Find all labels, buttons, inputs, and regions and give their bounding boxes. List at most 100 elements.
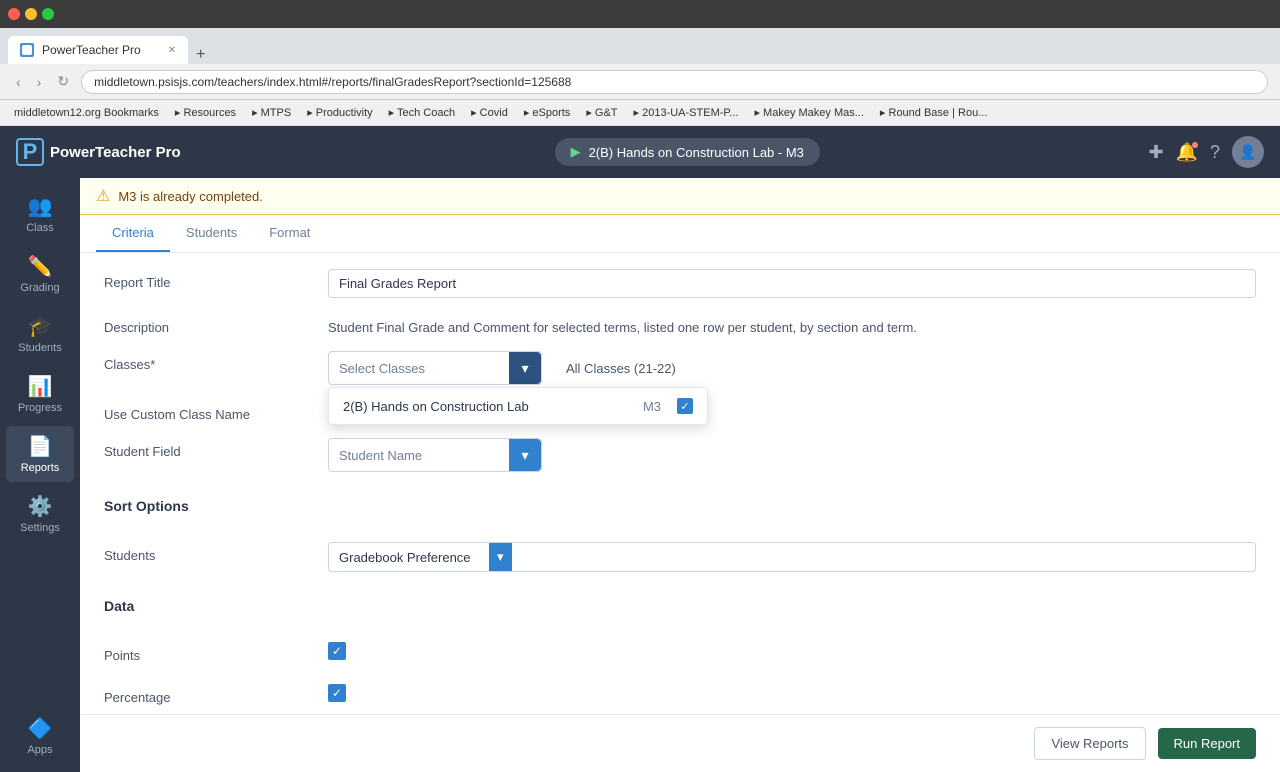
student-field-select[interactable]: Student Name ▾ bbox=[328, 438, 542, 472]
progress-icon: 📊 bbox=[28, 374, 53, 399]
bookmark-resources[interactable]: ▸ Resources bbox=[169, 104, 242, 121]
tab-title: PowerTeacher Pro bbox=[42, 43, 141, 57]
percentage-checkbox-row: ✓ bbox=[328, 684, 1256, 702]
run-report-button[interactable]: Run Report bbox=[1158, 728, 1256, 759]
bookmark-middletown[interactable]: middletown12.org Bookmarks bbox=[8, 105, 165, 121]
chevron-down-icon: ▾ bbox=[521, 360, 528, 377]
students-sort-text: Gradebook Preference bbox=[329, 544, 489, 571]
bookmark-2013[interactable]: ▸ 2013-UA-STEM-P... bbox=[628, 104, 745, 121]
current-class-label: 2(B) Hands on Construction Lab - M3 bbox=[589, 145, 804, 160]
bookmark-g-t[interactable]: ▸ G&T bbox=[580, 104, 623, 121]
sidebar-item-grading[interactable]: ✏️ Grading bbox=[6, 246, 74, 302]
app-header: P PowerTeacher Pro ▶ 2(B) Hands on Const… bbox=[0, 126, 1280, 178]
browser-tab[interactable]: PowerTeacher Pro ✕ bbox=[8, 36, 188, 64]
url-bar[interactable]: middletown.psisjs.com/teachers/index.htm… bbox=[81, 70, 1268, 94]
grading-icon: ✏️ bbox=[28, 254, 53, 279]
classes-chevron-button[interactable]: ▾ bbox=[509, 352, 541, 384]
bookmark-mtps[interactable]: ▸ MTPS bbox=[246, 104, 297, 121]
sidebar-item-apps[interactable]: 🔷 Apps bbox=[6, 708, 74, 764]
new-tab-button[interactable]: + bbox=[188, 46, 213, 64]
view-reports-button[interactable]: View Reports bbox=[1034, 727, 1145, 760]
students-sort-value: Gradebook Preference ▾ bbox=[328, 542, 1256, 572]
points-value: ✓ bbox=[328, 642, 1256, 668]
sidebar-label-settings: Settings bbox=[20, 522, 60, 534]
percentage-row: Percentage ✓ bbox=[104, 684, 1256, 710]
settings-icon: ⚙️ bbox=[28, 494, 53, 519]
current-class-button[interactable]: ▶ 2(B) Hands on Construction Lab - M3 bbox=[555, 138, 820, 166]
notifications-icon[interactable]: 🔔 bbox=[1176, 142, 1198, 163]
students-sort-label: Students bbox=[104, 542, 304, 563]
tab-format[interactable]: Format bbox=[253, 215, 326, 252]
report-title-label: Report Title bbox=[104, 269, 304, 290]
dropdown-class-item[interactable]: 2(B) Hands on Construction Lab M3 ✓ bbox=[329, 388, 707, 424]
tab-favicon bbox=[20, 43, 34, 57]
page-tabs: Criteria Students Format bbox=[80, 215, 1280, 253]
sidebar: 👥 Class ✏️ Grading 🎓 Students 📊 Progress… bbox=[0, 178, 80, 772]
custom-class-label: Use Custom Class Name bbox=[104, 401, 304, 422]
add-icon[interactable]: ✚ bbox=[1148, 142, 1163, 163]
sort-options-label: Sort Options bbox=[104, 488, 304, 526]
class-checkbox[interactable]: ✓ bbox=[677, 398, 693, 414]
report-title-input[interactable] bbox=[328, 269, 1256, 298]
student-field-text: Student Name bbox=[329, 442, 509, 469]
students-icon: 🎓 bbox=[28, 314, 53, 339]
sidebar-item-class[interactable]: 👥 Class bbox=[6, 186, 74, 242]
avatar[interactable]: 👤 bbox=[1232, 136, 1264, 168]
sidebar-item-reports[interactable]: 📄 Reports bbox=[6, 426, 74, 482]
bookmark-techcoach[interactable]: ▸ Tech Coach bbox=[383, 104, 461, 121]
points-checkbox[interactable]: ✓ bbox=[328, 642, 346, 660]
percentage-checkbox[interactable]: ✓ bbox=[328, 684, 346, 702]
tab-students[interactable]: Students bbox=[170, 215, 253, 252]
class-icon: 👥 bbox=[28, 194, 53, 219]
bookmark-makey[interactable]: ▸ Makey Makey Mas... bbox=[748, 104, 869, 121]
classes-row: Classes* Select Classes ▾ All Classes (2… bbox=[104, 351, 1256, 385]
forward-button[interactable]: › bbox=[33, 74, 46, 90]
student-field-value: Student Name ▾ bbox=[328, 438, 1256, 472]
tab-criteria[interactable]: Criteria bbox=[96, 215, 170, 252]
classes-dropdown: 2(B) Hands on Construction Lab M3 ✓ bbox=[328, 387, 708, 425]
student-field-chevron[interactable]: ▾ bbox=[509, 439, 541, 471]
bookmarks-bar: middletown12.org Bookmarks ▸ Resources ▸… bbox=[0, 100, 1280, 126]
sidebar-label-class: Class bbox=[26, 222, 54, 234]
term-label: M3 bbox=[643, 399, 661, 414]
logo-icon: P bbox=[16, 138, 44, 166]
header-actions: ✚ 🔔 ? 👤 bbox=[1148, 136, 1264, 168]
play-icon: ▶ bbox=[571, 144, 581, 160]
help-icon[interactable]: ? bbox=[1210, 142, 1220, 163]
sidebar-label-apps: Apps bbox=[27, 744, 52, 756]
class-name-text: 2(B) Hands on Construction Lab bbox=[343, 399, 635, 414]
sidebar-item-progress[interactable]: 📊 Progress bbox=[6, 366, 74, 422]
app-name: PowerTeacher Pro bbox=[50, 144, 181, 161]
students-sort-row: Students Gradebook Preference ▾ bbox=[104, 542, 1256, 572]
bookmark-productivity[interactable]: ▸ Productivity bbox=[301, 104, 378, 121]
data-section-header-row: Data bbox=[104, 588, 1256, 626]
students-sort-select[interactable]: Gradebook Preference ▾ bbox=[328, 542, 1256, 572]
description-label: Description bbox=[104, 314, 304, 335]
footer: View Reports Run Report bbox=[80, 714, 1280, 772]
description-value: Student Final Grade and Comment for sele… bbox=[328, 314, 1256, 335]
warning-bar: ⚠ M3 is already completed. bbox=[80, 178, 1280, 215]
students-sort-arrow[interactable]: ▾ bbox=[489, 543, 512, 571]
student-field-label: Student Field bbox=[104, 438, 304, 459]
tab-close-button[interactable]: ✕ bbox=[168, 45, 176, 56]
report-title-row: Report Title bbox=[104, 269, 1256, 298]
classes-select[interactable]: Select Classes ▾ bbox=[328, 351, 542, 385]
bookmark-round[interactable]: ▸ Round Base | Rou... bbox=[874, 104, 993, 121]
form-content: Report Title Description Student Final G… bbox=[80, 253, 1280, 714]
sidebar-label-progress: Progress bbox=[18, 402, 62, 414]
sort-options-section: Sort Options bbox=[104, 488, 1256, 526]
sidebar-item-students[interactable]: 🎓 Students bbox=[6, 306, 74, 362]
refresh-button[interactable]: ↻ bbox=[53, 73, 73, 90]
description-row: Description Student Final Grade and Comm… bbox=[104, 314, 1256, 335]
points-label: Points bbox=[104, 642, 304, 663]
back-button[interactable]: ‹ bbox=[12, 74, 25, 90]
bookmark-covid[interactable]: ▸ Covid bbox=[465, 104, 514, 121]
bookmark-esports[interactable]: ▸ eSports bbox=[518, 104, 577, 121]
sidebar-label-grading: Grading bbox=[20, 282, 59, 294]
reports-icon: 📄 bbox=[28, 434, 53, 459]
warning-text: M3 is already completed. bbox=[118, 189, 263, 204]
classes-select-wrapper: Select Classes ▾ All Classes (21-22) 2(B… bbox=[328, 351, 1256, 385]
sidebar-item-settings[interactable]: ⚙️ Settings bbox=[6, 486, 74, 542]
points-row: Points ✓ bbox=[104, 642, 1256, 668]
url-text: middletown.psisjs.com/teachers/index.htm… bbox=[94, 75, 571, 89]
